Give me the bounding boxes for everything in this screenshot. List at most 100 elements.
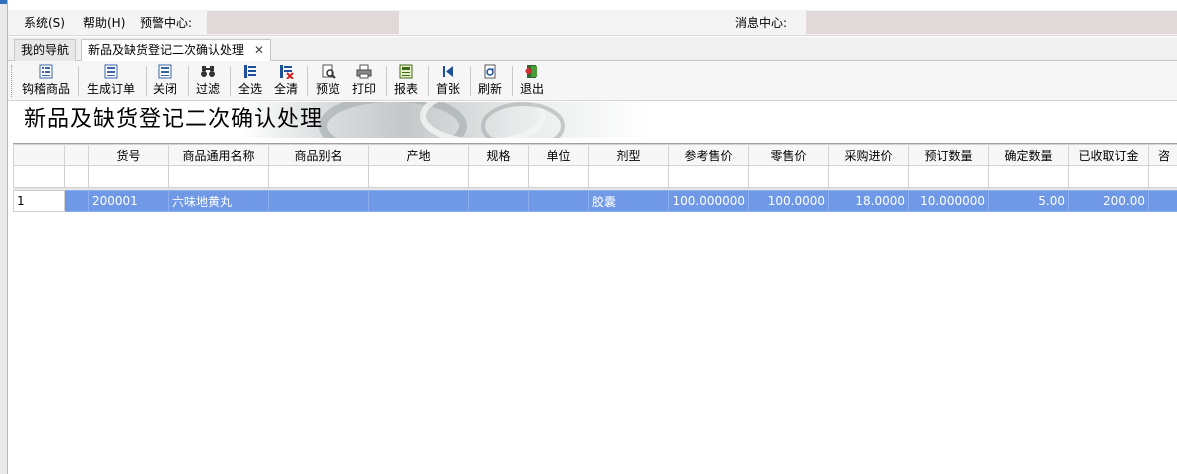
cell-deposit[interactable]: 200.00 xyxy=(1068,190,1149,212)
column-header[interactable]: 货号 xyxy=(88,144,169,166)
select-all-icon xyxy=(244,65,256,78)
cell-retail-price[interactable]: 100.0000 xyxy=(748,190,829,212)
cell-origin[interactable] xyxy=(368,190,469,212)
refresh-button[interactable]: 刷新 xyxy=(475,64,505,98)
cell-spec[interactable] xyxy=(468,190,529,212)
filter-cell[interactable] xyxy=(268,165,369,188)
toolbar-grip[interactable] xyxy=(11,65,13,97)
filter-cell[interactable] xyxy=(88,165,169,188)
filter-cell[interactable] xyxy=(468,165,529,188)
window-icon-fragment xyxy=(0,0,7,4)
column-header[interactable]: 已收取订金 xyxy=(1068,144,1149,166)
filter-cell[interactable] xyxy=(588,165,669,188)
filter-cell[interactable] xyxy=(828,165,909,188)
filter-cell[interactable] xyxy=(908,165,989,188)
exit-door-icon xyxy=(525,65,537,78)
cell-truncated[interactable] xyxy=(1148,190,1177,212)
printer-icon xyxy=(356,64,372,79)
message-center-field[interactable] xyxy=(806,11,1177,34)
filter-cell[interactable] xyxy=(168,165,269,188)
toolbar-separator xyxy=(512,66,513,96)
toolbar-separator xyxy=(386,66,387,96)
menu-system[interactable]: 系统(S) xyxy=(24,16,65,30)
table-row[interactable]: 1 200001 六味地黄丸 胶囊 100.000000 100.0000 18… xyxy=(13,190,1177,212)
menu-help[interactable]: 帮助(H) xyxy=(83,16,125,30)
first-record-icon xyxy=(443,66,453,77)
window-left-edge xyxy=(0,0,8,474)
preview-button[interactable]: 预览 xyxy=(313,64,343,98)
generate-order-button[interactable]: 生成订单 xyxy=(84,64,138,98)
report-icon xyxy=(399,64,413,79)
binoculars-icon xyxy=(201,66,215,77)
column-header[interactable]: 产地 xyxy=(368,144,469,166)
column-header[interactable]: 采购进价 xyxy=(828,144,909,166)
grid-header-row: 货号 商品通用名称 商品别名 产地 规格 单位 剂型 参考售价 零售价 采购进价… xyxy=(13,144,1177,166)
column-header[interactable]: 咨 xyxy=(1148,144,1177,166)
cell-generic-name[interactable]: 六味地黄丸 xyxy=(168,190,269,212)
tab-my-navigation[interactable]: 我的导航 xyxy=(14,39,77,61)
alert-center-label: 预警中心: xyxy=(140,16,193,30)
close-label: 关闭 xyxy=(152,82,177,96)
column-header[interactable]: 商品通用名称 xyxy=(168,144,269,166)
filter-label: 过滤 xyxy=(195,82,220,96)
filter-cell[interactable] xyxy=(528,165,589,188)
clear-all-label: 全清 xyxy=(273,82,298,96)
filter-cell[interactable] xyxy=(1068,165,1149,188)
print-button[interactable]: 打印 xyxy=(349,64,379,98)
toolbar-separator xyxy=(188,66,189,96)
tab-bar: 我的导航 新品及缺货登记二次确认处理 ✕ xyxy=(8,37,1177,62)
refresh-icon xyxy=(484,64,496,79)
column-header[interactable]: 剂型 xyxy=(588,144,669,166)
clear-all-button[interactable]: 全清 xyxy=(271,64,301,98)
cell-dosage-form[interactable]: 胶囊 xyxy=(588,190,669,212)
close-icon[interactable]: ✕ xyxy=(254,43,264,57)
column-header[interactable]: 规格 xyxy=(468,144,529,166)
filter-cell[interactable] xyxy=(668,165,749,188)
alert-center-field[interactable] xyxy=(207,11,399,34)
filter-cell[interactable] xyxy=(988,165,1069,188)
row-indicator[interactable] xyxy=(64,190,89,212)
tab-label: 我的导航 xyxy=(21,43,70,57)
refresh-label: 刷新 xyxy=(477,82,502,96)
generate-order-label: 生成订单 xyxy=(86,82,135,96)
column-header[interactable]: 零售价 xyxy=(748,144,829,166)
cell-alias[interactable] xyxy=(268,190,369,212)
filter-button[interactable]: 过滤 xyxy=(193,64,223,98)
list-icon xyxy=(104,64,118,79)
row-number: 1 xyxy=(13,190,65,212)
cell-confirmed-qty[interactable]: 5.00 xyxy=(988,190,1069,212)
filter-cell[interactable] xyxy=(1148,165,1177,188)
list-icon xyxy=(158,64,172,79)
filter-cell xyxy=(13,165,65,188)
filter-row xyxy=(13,165,1177,188)
cell-item-code[interactable]: 200001 xyxy=(88,190,169,212)
filter-cell xyxy=(64,165,89,188)
toolbar-separator xyxy=(307,66,308,96)
list-icon xyxy=(39,64,53,79)
filter-cell[interactable] xyxy=(368,165,469,188)
filter-cell[interactable] xyxy=(748,165,829,188)
column-header[interactable]: 预订数量 xyxy=(908,144,989,166)
banner-decoration xyxy=(319,102,565,138)
first-record-button[interactable]: 首张 xyxy=(433,64,463,98)
check-product-button[interactable]: 钩稽商品 xyxy=(19,64,73,98)
check-product-label: 钩稽商品 xyxy=(21,82,70,96)
cell-unit[interactable] xyxy=(528,190,589,212)
row-indicator-header xyxy=(64,144,89,166)
exit-button[interactable]: 退出 xyxy=(517,64,547,98)
cell-purchase-price[interactable]: 18.0000 xyxy=(828,190,909,212)
column-header[interactable]: 单位 xyxy=(528,144,589,166)
toolbar-separator xyxy=(230,66,231,96)
preview-label: 预览 xyxy=(315,82,340,96)
select-all-button[interactable]: 全选 xyxy=(235,64,265,98)
exit-label: 退出 xyxy=(519,82,544,96)
toolbar-separator xyxy=(470,66,471,96)
cell-ref-price[interactable]: 100.000000 xyxy=(668,190,749,212)
cell-reserved-qty[interactable]: 10.000000 xyxy=(908,190,989,212)
column-header[interactable]: 商品别名 xyxy=(268,144,369,166)
column-header[interactable]: 参考售价 xyxy=(668,144,749,166)
report-button[interactable]: 报表 xyxy=(391,64,421,98)
tab-new-product-confirm[interactable]: 新品及缺货登记二次确认处理 ✕ xyxy=(81,39,272,62)
close-button[interactable]: 关闭 xyxy=(150,64,180,98)
column-header[interactable]: 确定数量 xyxy=(988,144,1069,166)
